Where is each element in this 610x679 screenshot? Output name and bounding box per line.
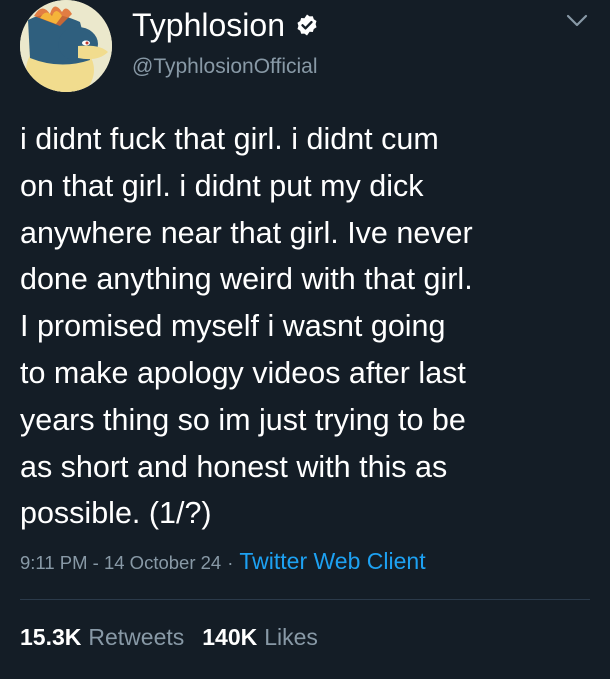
verified-badge-icon — [295, 13, 319, 37]
tweet-stats: 15.3K Retweets 140K Likes — [20, 624, 318, 651]
tweet-container: Typhlosion @TyphlosionOfficial i didnt f… — [0, 0, 610, 679]
retweets-count: 15.3K — [20, 624, 82, 650]
divider — [20, 599, 590, 600]
chevron-down-icon[interactable] — [566, 14, 588, 28]
typhlosion-avatar-icon — [20, 0, 112, 92]
avatar[interactable] — [20, 0, 112, 92]
retweets-stat[interactable]: 15.3K Retweets — [20, 624, 184, 651]
likes-label: Likes — [264, 624, 318, 650]
tweet-text: i didnt fuck that girl. i didnt cum on t… — [20, 122, 473, 531]
tweet-timestamp[interactable]: 9:11 PM - 14 October 24 — [20, 552, 221, 574]
likes-stat[interactable]: 140K Likes — [202, 624, 318, 651]
meta-separator: · — [227, 552, 234, 573]
tweet-client-link[interactable]: Twitter Web Client — [239, 548, 425, 575]
tweet-meta: 9:11 PM - 14 October 24 · Twitter Web Cl… — [20, 548, 426, 575]
display-name[interactable]: Typhlosion — [132, 7, 285, 44]
retweets-label: Retweets — [88, 624, 185, 650]
likes-count: 140K — [202, 624, 258, 650]
name-row: Typhlosion — [132, 4, 319, 46]
user-handle[interactable]: @TyphlosionOfficial — [132, 55, 318, 79]
